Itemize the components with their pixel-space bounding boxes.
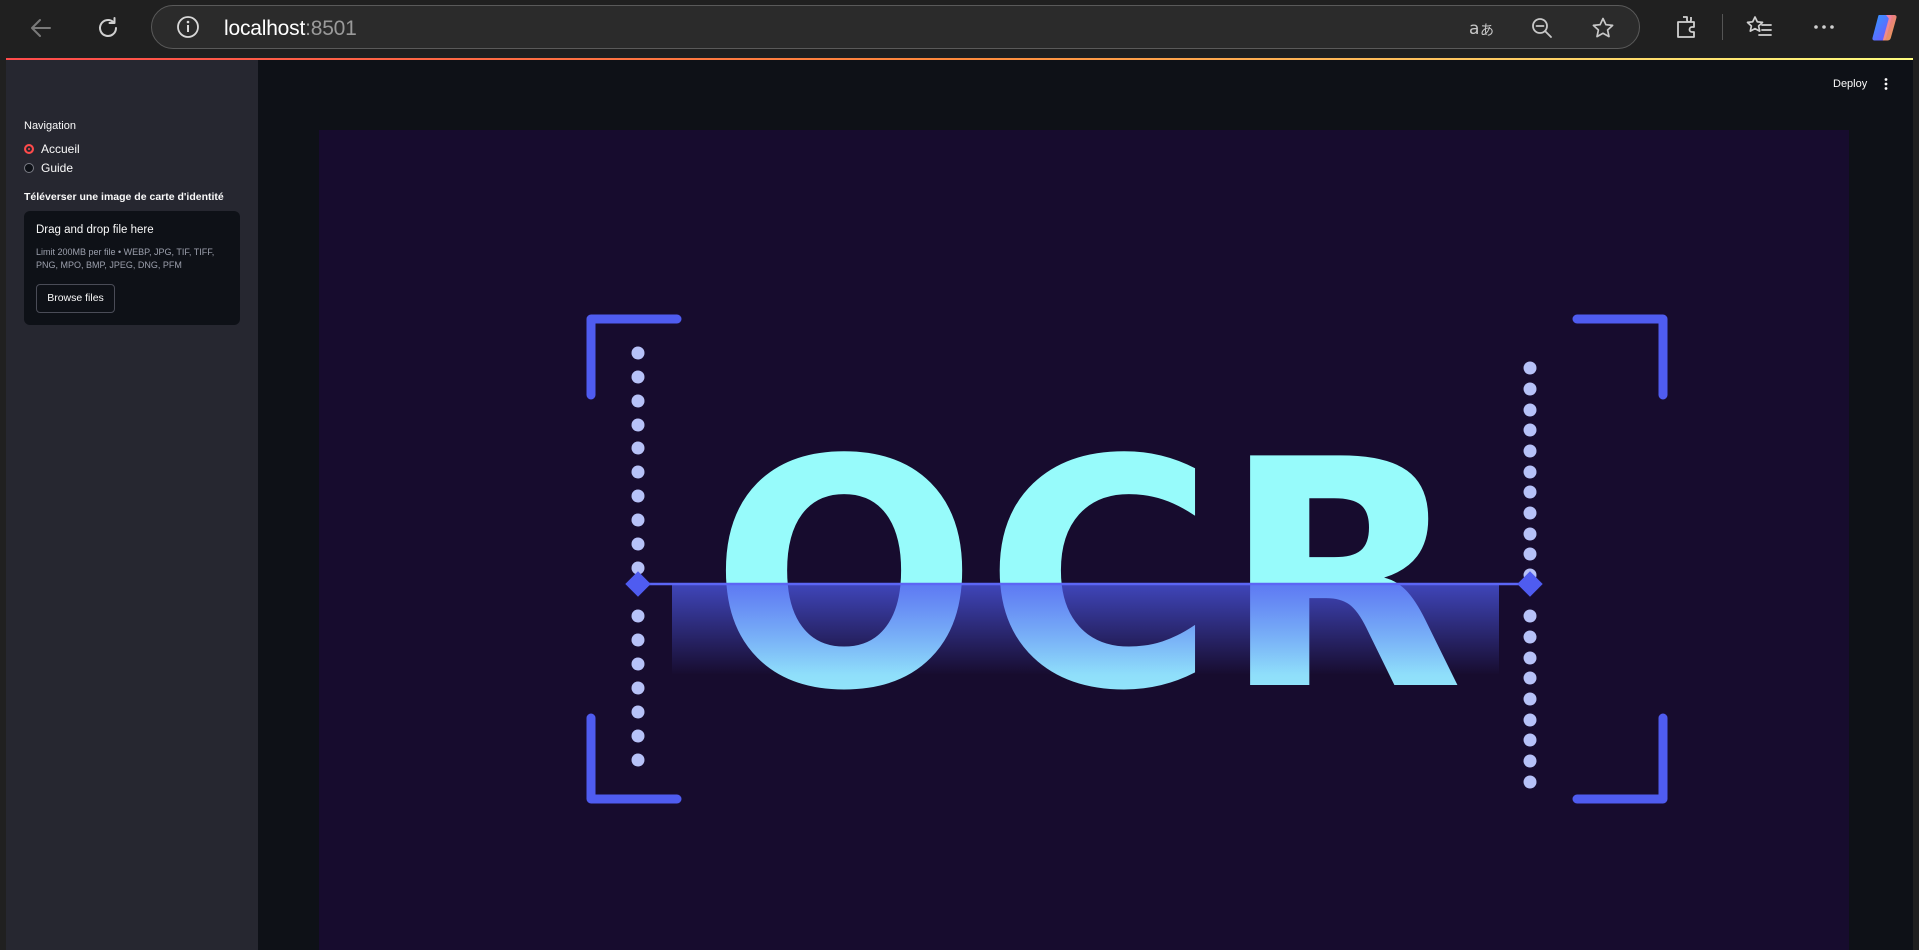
browse-files-button[interactable]: Browse files [36,284,115,313]
ocr-banner-image: OCR OCR [319,130,1849,950]
radio-option-guide[interactable]: Guide [24,161,73,175]
back-arrow-icon[interactable] [26,13,56,43]
radio-option-accueil[interactable]: Accueil [24,142,80,156]
url-host: localhost [224,17,306,40]
info-icon[interactable] [176,15,200,39]
extensions-icon[interactable] [1672,13,1700,41]
url-text[interactable]: localhost:8501 [224,17,357,41]
upload-label: Téléverser une image de carte d'identité [24,191,224,203]
radio-label: Guide [41,161,74,175]
dropzone-limit-text: Limit 200MB per file • WEBP, JPG, TIF, T… [36,247,215,270]
favorites-icon[interactable] [1745,13,1773,41]
radio-label: Accueil [41,142,80,156]
browser-toolbar: localhost:8501 aあ [0,0,1919,56]
svg-text:a: a [1469,19,1479,39]
sidebar: Navigation Accueil Guide Téléverser une … [6,60,258,950]
read-aloud-icon[interactable]: aあ [1469,16,1494,40]
copilot-icon[interactable] [1870,11,1898,41]
deploy-button[interactable]: Deploy [1833,78,1867,90]
more-icon[interactable] [1810,13,1838,41]
favorite-star-icon[interactable] [1591,16,1615,40]
radio-selected-icon[interactable] [24,144,34,154]
scan-band [672,585,1499,675]
address-bar[interactable]: localhost:8501 aあ [151,5,1640,49]
toolbar-separator [1722,14,1723,40]
zoom-out-icon[interactable] [1530,16,1554,40]
dropzone-title: Drag and drop file here [36,224,154,236]
main-menu-icon[interactable] [1882,77,1890,91]
navigation-label: Navigation [24,120,76,132]
file-dropzone[interactable]: Drag and drop file here Limit 200MB per … [24,211,240,325]
url-port: :8501 [305,17,357,40]
svg-text:あ: あ [1480,23,1494,39]
refresh-icon[interactable] [93,13,123,43]
app-container: Navigation Accueil Guide Téléverser une … [6,60,1913,950]
radio-unselected-icon[interactable] [24,163,34,173]
